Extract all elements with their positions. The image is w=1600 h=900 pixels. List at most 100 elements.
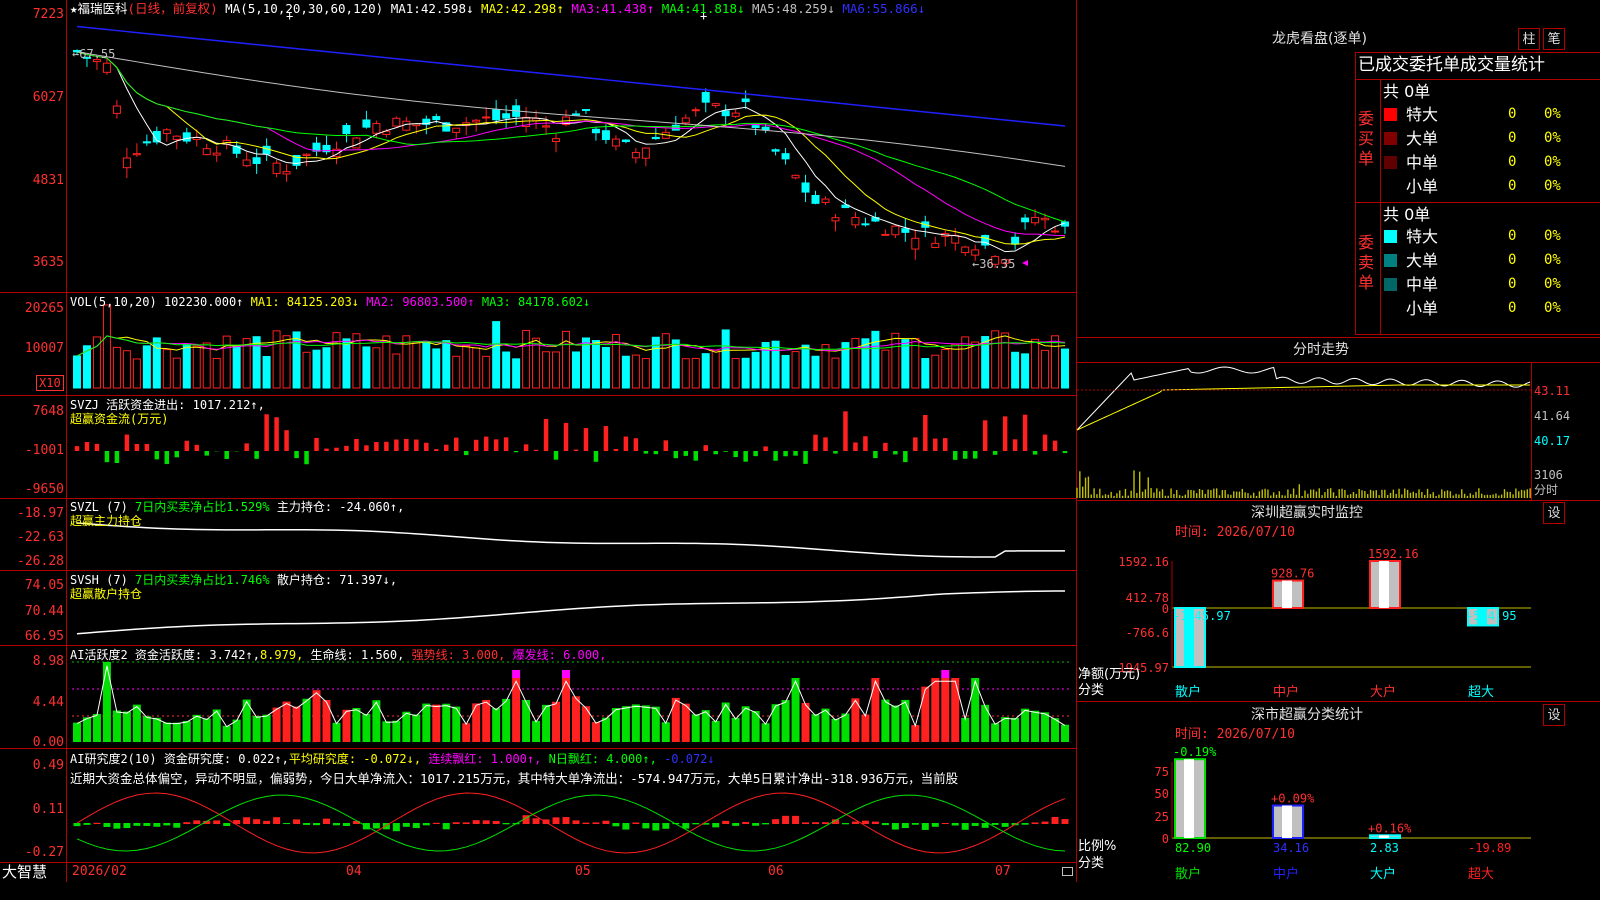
svzl-y-label: -26.28 (17, 554, 64, 569)
ai-res-title: AI研究度2(10) (70, 752, 157, 766)
cls-bar-shine (1184, 759, 1194, 838)
cls-bar-value: 2.83 (1370, 841, 1399, 855)
sz-y-label: 0 (1162, 602, 1169, 616)
research-bar (961, 823, 969, 830)
research-series (73, 815, 1069, 832)
candle-body (472, 119, 481, 123)
volume-bar (522, 330, 531, 389)
sz-unit: 净额(万元) (1078, 667, 1141, 682)
sz-category-label: 散户 (1175, 684, 1201, 700)
candle-body (971, 249, 980, 256)
activity-bar (981, 704, 990, 742)
research-bar (332, 823, 340, 826)
volume-bar (1021, 353, 1030, 389)
volume-bar (562, 330, 571, 389)
vol-title: VOL(5,10,20) (70, 295, 157, 309)
vol-unit-badge: X10 (36, 375, 64, 391)
research-bar (263, 820, 271, 824)
candle-body (631, 151, 640, 159)
ma1-label: MA1: (390, 1, 421, 16)
cls-category-label: 散户 (1175, 866, 1201, 882)
activity-bar (881, 699, 890, 742)
volume-bar (462, 345, 471, 389)
sz-settings-button[interactable]: 设 (1543, 502, 1565, 524)
sz-time: 时间: 2026/07/10 (1175, 525, 1295, 540)
star-icon[interactable]: ★ (70, 1, 78, 16)
svzl-title-line: SVZL (7) 7日内买卖净占比1.529% 主力持仓: -24.060↑, (70, 500, 404, 514)
candle-body (901, 228, 910, 233)
svsh-y-label: 70.44 (24, 604, 64, 619)
activity-bar (771, 704, 780, 742)
intraday-avg-line (1076, 384, 1531, 431)
research-bar (532, 818, 540, 824)
research-bar (1041, 821, 1049, 824)
sz-bar-value: -1945.97 (1173, 609, 1231, 623)
candle-body (492, 109, 501, 121)
candle-body (1031, 216, 1040, 224)
research-bar (243, 817, 251, 824)
activity-bar (252, 716, 261, 742)
candle-body (641, 147, 650, 159)
volume-bar (452, 355, 461, 389)
svsh-hold: 散户持仓: 71.397↓, (276, 573, 398, 587)
candle-body (961, 246, 970, 254)
research-bar (812, 822, 820, 824)
candle-body (861, 223, 870, 226)
activity-bar (941, 678, 950, 742)
research-bar (821, 822, 829, 824)
research-bar (1031, 822, 1039, 824)
activity-bar (432, 704, 441, 742)
research-bar (871, 821, 879, 824)
activity-series (72, 662, 1070, 742)
activity-bar (222, 725, 231, 742)
sz-bar-shine (1379, 561, 1389, 608)
research-bar (712, 823, 720, 828)
research-bar (662, 823, 670, 829)
volume-bar (132, 358, 141, 389)
volume-bar (621, 355, 630, 389)
research-bar (632, 822, 640, 824)
activity-bar (102, 662, 111, 742)
volume-bar (422, 341, 431, 389)
cls-time: 时间: 2026/07/10 (1175, 727, 1295, 742)
activity-bar (152, 717, 161, 742)
activity-bar (492, 708, 501, 742)
chart-canvas[interactable]: + + (0, 0, 1077, 882)
ma6-label: MA6: (842, 1, 873, 16)
volume-bar (871, 330, 880, 389)
research-bar (941, 822, 949, 824)
volume-bar (691, 357, 700, 389)
cls-bar (1174, 758, 1206, 839)
research-bar (782, 815, 790, 824)
volume-bar (492, 321, 501, 389)
ma4-label: MA4: (661, 1, 692, 16)
activity-bar (422, 703, 431, 742)
research-bar (153, 823, 161, 827)
activity-bar (382, 721, 391, 742)
x-axis-label: 04 (346, 864, 362, 879)
activity-bar (212, 709, 221, 742)
research-bar (931, 823, 939, 827)
cls-settings-button[interactable]: 设 (1543, 704, 1565, 726)
candle-body (552, 138, 561, 143)
research-bar (223, 823, 231, 827)
research-bar (881, 823, 889, 826)
research-bar (802, 822, 810, 824)
volume-bar (881, 349, 890, 389)
activity-bar (482, 699, 491, 742)
activity-bar (1011, 717, 1020, 742)
ma6-value: 55.866↓ (872, 1, 926, 16)
activity-bar (1061, 724, 1070, 742)
intraday-y-label: 3106 (1534, 468, 1563, 482)
volume-bar (512, 358, 521, 389)
activity-bar (1001, 717, 1010, 742)
candle-body (482, 116, 491, 119)
intraday-unit: 分时 (1534, 483, 1559, 497)
research-bar (612, 823, 620, 827)
activity-bar (631, 704, 640, 742)
main-chart-area[interactable]: + + ★福瑞医科(日线，前复权) MA(5,10,20,30,60,120) M… (0, 0, 1077, 882)
lock-icon[interactable] (1062, 867, 1073, 876)
intraday-chart[interactable]: 1592.16412.780-766.6-1945.97-1945.97散户92… (1076, 0, 1600, 900)
volume-bar (342, 338, 351, 389)
activity-bar (322, 699, 331, 742)
